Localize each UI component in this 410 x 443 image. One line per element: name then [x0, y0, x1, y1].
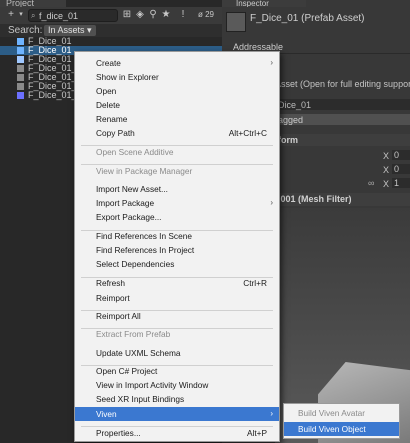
menu-item-label: Extract From Prefab — [96, 329, 171, 339]
x-field[interactable]: 0 — [392, 150, 410, 160]
menu-item-label: Refresh — [96, 278, 126, 288]
menu-item-label: View in Import Activity Window — [96, 380, 209, 390]
menu-item-show-in-explorer[interactable]: Show in Explorer — [75, 70, 279, 84]
chevron-right-icon: › — [270, 198, 273, 207]
menu-item-label: Export Package... — [96, 212, 162, 222]
menu-item-label: Reimport All — [96, 311, 141, 321]
prefab-preview-icon — [226, 12, 246, 32]
menu-item-export-package[interactable]: Export Package... — [75, 210, 279, 224]
menu-item-properties[interactable]: Properties... Alt+P — [75, 426, 279, 440]
divider — [275, 53, 410, 54]
menu-item-label: Rename — [96, 114, 128, 124]
info-icon[interactable]: ! — [178, 10, 188, 20]
y-label: X — [383, 165, 390, 175]
chevron-right-icon: › — [270, 58, 273, 67]
menu-item-label: Select Dependencies — [96, 259, 175, 269]
filter-type-icon[interactable]: ⊞ — [122, 10, 132, 20]
project-tab[interactable]: Project — [0, 0, 66, 7]
add-icon[interactable]: + — [6, 10, 16, 20]
menu-item-label: Copy Path — [96, 128, 135, 138]
chevron-down-icon[interactable]: ▾ — [16, 10, 26, 20]
menu-item-rename[interactable]: Rename — [75, 112, 279, 126]
favorite-icon[interactable]: ★ — [161, 10, 171, 20]
menu-item-label: Create — [96, 58, 121, 68]
submenu-item-label: Build Viven Avatar — [298, 408, 366, 418]
hidden-count[interactable]: ø 29 — [194, 10, 218, 20]
menu-item-shortcut: Ctrl+R — [243, 278, 267, 288]
menu-item-import-new-asset[interactable]: Import New Asset... — [75, 182, 279, 196]
eye-off-icon: ø — [197, 10, 203, 19]
submenu-item-label: Build Viven Object — [298, 424, 366, 434]
link-icon[interactable]: ∞ — [368, 178, 374, 188]
prefab-variant-icon — [17, 56, 24, 63]
menu-item-reimport[interactable]: Reimport — [75, 291, 279, 305]
menu-item-label: Find References In Scene — [96, 231, 192, 241]
menu-item-shortcut: Alt+Ctrl+C — [228, 128, 267, 138]
tag-dropdown[interactable]: agged — [275, 114, 410, 125]
menu-item-label: View in Package Manager — [96, 166, 193, 176]
menu-item-copy-path[interactable]: Copy Path Alt+Ctrl+C — [75, 126, 279, 140]
search-scope-dropdown[interactable]: In Assets ▾ — [44, 25, 96, 36]
inspector-tab[interactable]: Inspector — [222, 0, 306, 7]
menu-item-find-references-in-scene[interactable]: Find References In Scene — [75, 229, 279, 243]
texture-icon — [17, 65, 24, 72]
material-icon — [17, 92, 24, 99]
x-label: X — [383, 151, 390, 161]
menu-item-label: Properties... — [96, 428, 141, 438]
search-icon: ⌕ — [31, 11, 36, 20]
menu-item-import-package[interactable]: Import Package › — [75, 196, 279, 210]
viven-submenu: Build Viven Avatar Build Viven Object — [283, 403, 400, 439]
search-input[interactable]: f_dice_01 — [28, 9, 118, 22]
submenu-item-build-viven-avatar: Build Viven Avatar — [284, 406, 399, 420]
menu-item-reimport-all[interactable]: Reimport All — [75, 309, 279, 323]
filter-count: 29 — [205, 10, 215, 19]
menu-item-find-references-in-project[interactable]: Find References In Project — [75, 243, 279, 257]
context-menu: Create › Show in Explorer Open Delete Rename C… — [74, 51, 280, 442]
layers-icon[interactable]: ⚲ — [148, 10, 158, 20]
menu-item-label: Open — [96, 86, 117, 96]
menu-item-open-scene-additive: Open Scene Additive — [75, 145, 279, 159]
inspector-title: F_Dice_01 (Prefab Asset) — [250, 13, 365, 24]
menu-item-view-in-import-activity-window[interactable]: View in Import Activity Window — [75, 378, 279, 392]
menu-item-refresh[interactable]: Refresh Ctrl+R — [75, 276, 279, 290]
menu-item-viven[interactable]: Viven › — [75, 407, 279, 421]
chevron-right-icon: › — [270, 409, 273, 418]
texture-icon — [17, 74, 24, 81]
z-field[interactable]: 1 — [392, 178, 410, 188]
menu-item-seed-xr-input-bindings[interactable]: Seed XR Input Bindings — [75, 392, 279, 406]
menu-item-delete[interactable]: Delete — [75, 98, 279, 112]
menu-item-label: Seed XR Input Bindings — [96, 394, 185, 404]
prefab-icon — [17, 38, 24, 45]
menu-item-label: Find References In Project — [96, 245, 195, 255]
y-field[interactable]: 0 — [392, 164, 410, 174]
menu-item-label: Reimport — [96, 293, 130, 303]
mesh-filter-header[interactable]: .001 (Mesh Filter) — [275, 193, 410, 206]
menu-item-extract-from-prefab: Extract From Prefab — [75, 327, 279, 341]
menu-item-label: Update UXML Schema — [96, 348, 181, 358]
menu-item-label: Import Package — [96, 198, 155, 208]
menu-item-select-dependencies[interactable]: Select Dependencies — [75, 257, 279, 271]
menu-item-open-c-project[interactable]: Open C# Project — [75, 364, 279, 378]
menu-item-label: Open Scene Additive — [96, 147, 174, 157]
label-icon[interactable]: ◈ — [135, 10, 145, 20]
menu-item-open[interactable]: Open — [75, 84, 279, 98]
menu-item-shortcut: Alt+P — [246, 428, 267, 438]
open-asset-label: Asset (Open for full editing support) — [275, 79, 410, 89]
menu-item-label: Import New Asset... — [96, 184, 168, 194]
menu-item-label: Show in Explorer — [96, 72, 159, 82]
transform-header[interactable]: form — [275, 134, 410, 146]
z-label: X — [383, 179, 390, 189]
menu-item-label: Delete — [96, 100, 120, 110]
submenu-item-build-viven-object[interactable]: Build Viven Object — [284, 422, 399, 436]
menu-item-label: Viven — [96, 409, 117, 419]
menu-item-label: Open C# Project — [96, 366, 158, 376]
menu-item-view-in-package-manager: View in Package Manager — [75, 164, 279, 178]
prefab-icon — [17, 47, 24, 54]
name-field[interactable]: Dice_01 — [275, 99, 410, 110]
texture-icon — [17, 83, 24, 90]
menu-item-update-uxml-schema[interactable]: Update UXML Schema — [75, 346, 279, 360]
menu-item-create[interactable]: Create › — [75, 56, 279, 70]
